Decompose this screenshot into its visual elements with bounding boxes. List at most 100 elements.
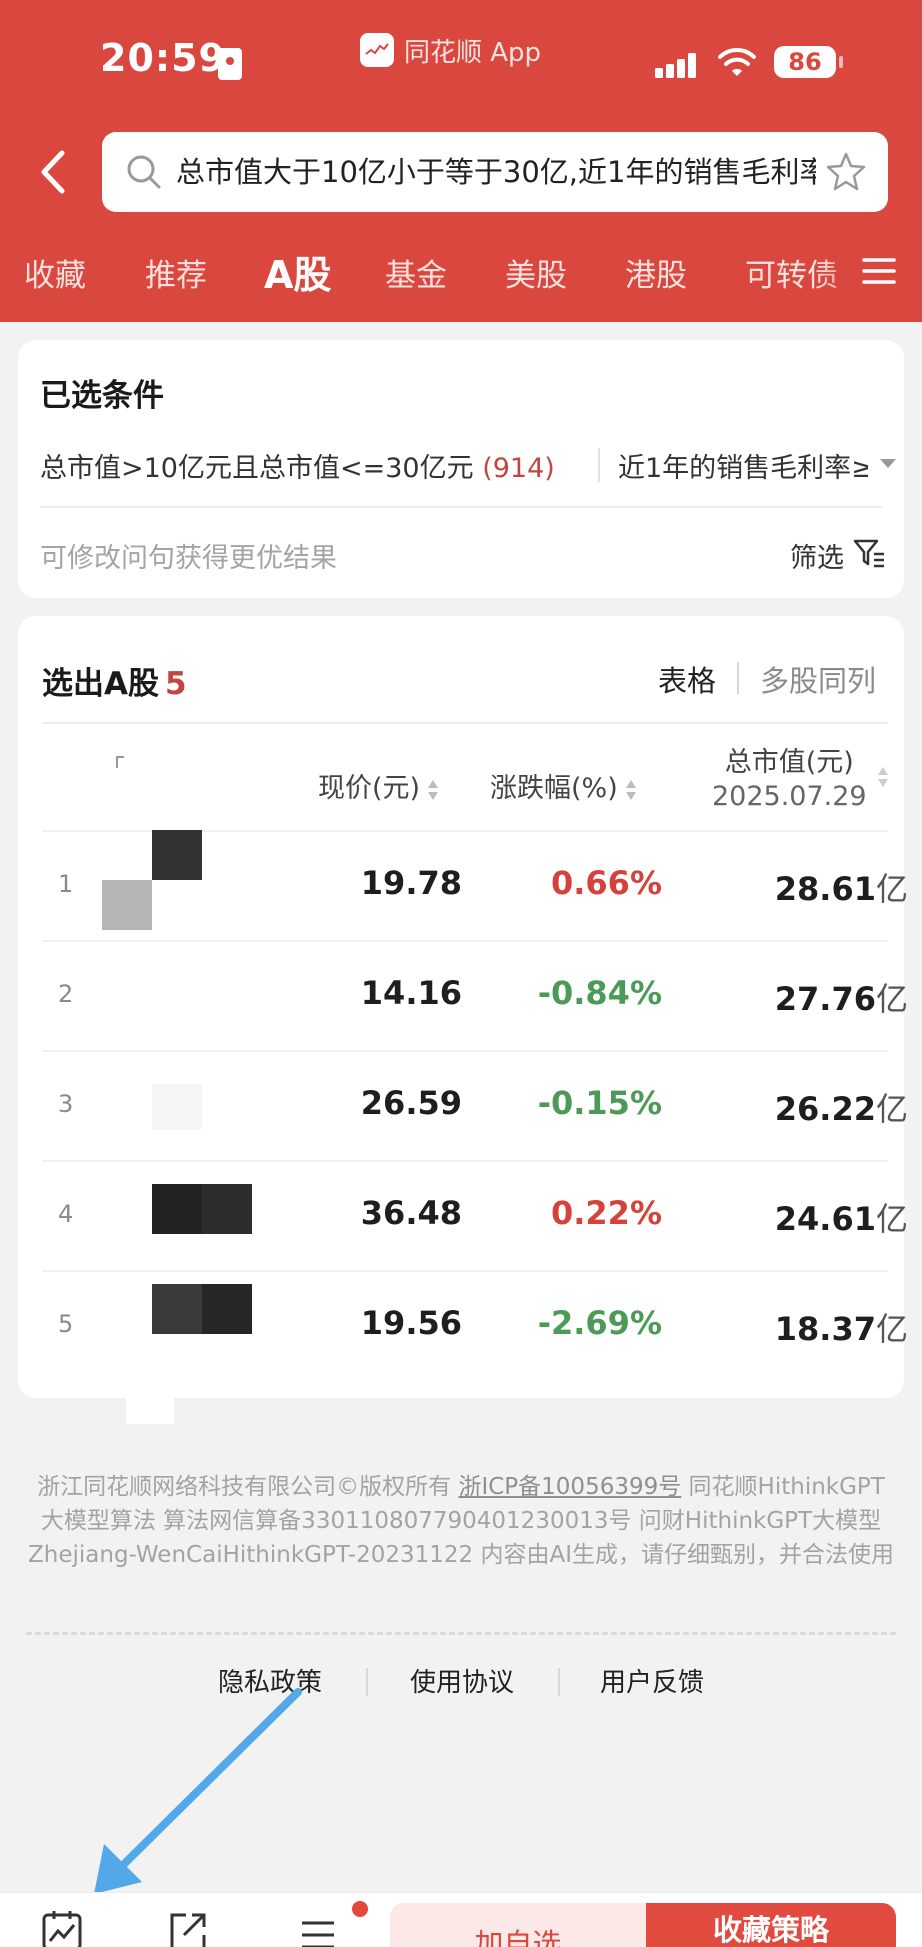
filter-icon[interactable] bbox=[852, 536, 886, 570]
app-logo-icon bbox=[360, 33, 394, 67]
row-market-cap-value: 26.22 bbox=[774, 1090, 876, 1128]
tab-recommended[interactable]: 推荐 bbox=[145, 250, 207, 295]
star-icon[interactable] bbox=[824, 150, 868, 194]
masked-stock-name bbox=[102, 880, 152, 930]
status-time: 20:59 bbox=[100, 36, 226, 80]
share-icon[interactable] bbox=[166, 1909, 210, 1947]
signal-icon bbox=[655, 53, 696, 78]
row-index: 4 bbox=[58, 1200, 74, 1228]
sort-icon bbox=[428, 779, 439, 800]
column-price-label: 现价(元) bbox=[318, 773, 421, 804]
condition-count: (914) bbox=[482, 453, 555, 484]
table-row[interactable]: 5 19.56 -2.69% 18.37亿 bbox=[42, 1274, 908, 1382]
back-arrow-icon[interactable] bbox=[32, 145, 76, 199]
copyright-notice: 浙江同花顺网络科技有限公司©版权所有 浙ICP备10056399号 同花顺Hit… bbox=[28, 1470, 894, 1572]
row-change: 0.66% bbox=[550, 864, 662, 902]
row-change: -0.84% bbox=[537, 974, 662, 1012]
search-query[interactable]: 总市值大于10亿小于等于30亿,近1年的销售毛利率 bbox=[176, 132, 816, 212]
results-card: 选出A股 5 表格 多股同列 现价(元) 涨跌幅(%) 总市值(元) 2025.0… bbox=[18, 616, 908, 1398]
conditions-title: 已选条件 bbox=[40, 378, 164, 414]
strategy-chart-icon[interactable] bbox=[40, 1909, 84, 1947]
name-column-marker bbox=[116, 756, 124, 768]
row-price: 19.56 bbox=[360, 1304, 462, 1342]
caret-down-icon[interactable] bbox=[878, 456, 898, 470]
column-market-cap[interactable]: 总市值(元) 2025.07.29 bbox=[712, 740, 867, 812]
save-strategy-button[interactable]: 收藏策略 bbox=[646, 1903, 896, 1947]
row-market-cap-value: 24.61 bbox=[774, 1200, 876, 1238]
filter-button[interactable]: 筛选 bbox=[790, 536, 844, 575]
divider bbox=[40, 506, 882, 508]
row-price: 36.48 bbox=[360, 1194, 462, 1232]
table-row[interactable]: 1 19.78 0.66% 28.61亿 bbox=[42, 830, 908, 942]
copyright-text-a: 浙江同花顺网络科技有限公司©版权所有 bbox=[37, 1474, 459, 1500]
results-title: 选出A股 5 bbox=[42, 658, 187, 703]
row-price: 14.16 bbox=[360, 974, 462, 1012]
bottom-action-bar: 加自选 收藏策略 bbox=[0, 1892, 922, 1947]
tab-us-stocks[interactable]: 美股 bbox=[505, 250, 567, 295]
row-index: 1 bbox=[58, 870, 74, 898]
add-to-watchlist-button[interactable]: 加自选 bbox=[390, 1903, 646, 1947]
masked-stock-name bbox=[152, 830, 202, 880]
app-indicator: 同花顺 App bbox=[360, 30, 541, 70]
refine-hint: 可修改问句获得更优结果 bbox=[40, 543, 337, 574]
id-card-icon bbox=[218, 48, 242, 80]
column-market-cap-date: 2025.07.29 bbox=[712, 781, 867, 812]
condition-market-cap-text: 总市值>10亿元且总市值<=30亿元 bbox=[40, 453, 474, 484]
masked-stock-name bbox=[152, 1184, 202, 1234]
row-market-cap-unit: 亿 bbox=[875, 1090, 908, 1128]
masked-stock-name bbox=[126, 1396, 174, 1424]
masked-stock-name bbox=[152, 1084, 202, 1130]
tab-funds[interactable]: 基金 bbox=[385, 250, 447, 295]
status-bar: 20:59 同花顺 App 86 bbox=[0, 0, 922, 118]
search-box[interactable]: 总市值大于10亿小于等于30亿,近1年的销售毛利率 bbox=[102, 132, 888, 212]
wifi-icon bbox=[718, 47, 756, 76]
view-multi-button[interactable]: 多股同列 bbox=[760, 658, 876, 700]
sort-icon[interactable] bbox=[876, 764, 890, 790]
row-change: -2.69% bbox=[537, 1304, 662, 1342]
list-menu-icon[interactable] bbox=[296, 1909, 340, 1947]
condition-market-cap[interactable]: 总市值>10亿元且总市值<=30亿元 (914) bbox=[40, 446, 555, 485]
column-change-label: 涨跌幅(%) bbox=[490, 773, 618, 804]
app-name: 同花顺 App bbox=[404, 37, 542, 68]
tab-favorites[interactable]: 收藏 bbox=[24, 250, 86, 295]
row-market-cap-value: 27.76 bbox=[774, 980, 876, 1018]
row-price: 26.59 bbox=[360, 1084, 462, 1122]
row-market-cap-value: 18.37 bbox=[774, 1310, 876, 1348]
row-market-cap: 28.61亿 bbox=[668, 864, 908, 910]
tab-hk-stocks[interactable]: 港股 bbox=[625, 250, 687, 295]
row-market-cap: 24.61亿 bbox=[668, 1194, 908, 1240]
condition-separator bbox=[598, 448, 600, 482]
condition-gross-margin[interactable]: 近1年的销售毛利率≥ bbox=[618, 446, 868, 485]
user-feedback-link[interactable]: 用户反馈 bbox=[600, 1662, 704, 1699]
annotation-arrow-icon bbox=[94, 1688, 302, 1894]
view-separator bbox=[737, 662, 739, 694]
row-index: 3 bbox=[58, 1090, 74, 1118]
column-price[interactable]: 现价(元) bbox=[318, 766, 440, 805]
sort-icon bbox=[625, 779, 636, 800]
app-header: 20:59 同花顺 App 86 总市值大于10亿小于等于30亿,近1年的销售毛… bbox=[0, 0, 922, 322]
table-header: 现价(元) 涨跌幅(%) 总市值(元) 2025.07.29 bbox=[42, 726, 888, 832]
row-market-cap-unit: 亿 bbox=[875, 1200, 908, 1238]
masked-stock-name bbox=[152, 1284, 202, 1334]
column-market-cap-label: 总市值(元) bbox=[724, 747, 854, 778]
table-row[interactable]: 3 26.59 -0.15% 26.22亿 bbox=[42, 1054, 908, 1162]
column-change[interactable]: 涨跌幅(%) bbox=[490, 766, 638, 805]
row-index: 5 bbox=[58, 1310, 74, 1338]
notification-badge bbox=[352, 1901, 368, 1917]
row-market-cap-value: 28.61 bbox=[774, 870, 876, 908]
selected-conditions-card: 已选条件 总市值>10亿元且总市值<=30亿元 (914) 近1年的销售毛利率≥… bbox=[18, 340, 904, 598]
user-agreement-link[interactable]: 使用协议 bbox=[410, 1662, 514, 1699]
icp-link[interactable]: 浙ICP备10056399号 bbox=[458, 1474, 681, 1500]
category-tabs: 收藏 推荐 A股 基金 美股 港股 可转债 bbox=[0, 240, 922, 302]
results-title-text: 选出A股 bbox=[42, 666, 159, 702]
row-market-cap: 18.37亿 bbox=[668, 1304, 908, 1350]
results-count: 5 bbox=[165, 666, 187, 702]
divider bbox=[42, 722, 888, 724]
table-row[interactable]: 2 14.16 -0.84% 27.76亿 bbox=[42, 944, 908, 1052]
view-table-button[interactable]: 表格 bbox=[658, 658, 716, 700]
table-row[interactable]: 4 36.48 0.22% 24.61亿 bbox=[42, 1164, 908, 1272]
tab-a-shares[interactable]: A股 bbox=[264, 244, 331, 299]
row-market-cap: 26.22亿 bbox=[668, 1084, 908, 1130]
link-separator bbox=[366, 1668, 368, 1696]
menu-icon[interactable] bbox=[862, 256, 896, 286]
